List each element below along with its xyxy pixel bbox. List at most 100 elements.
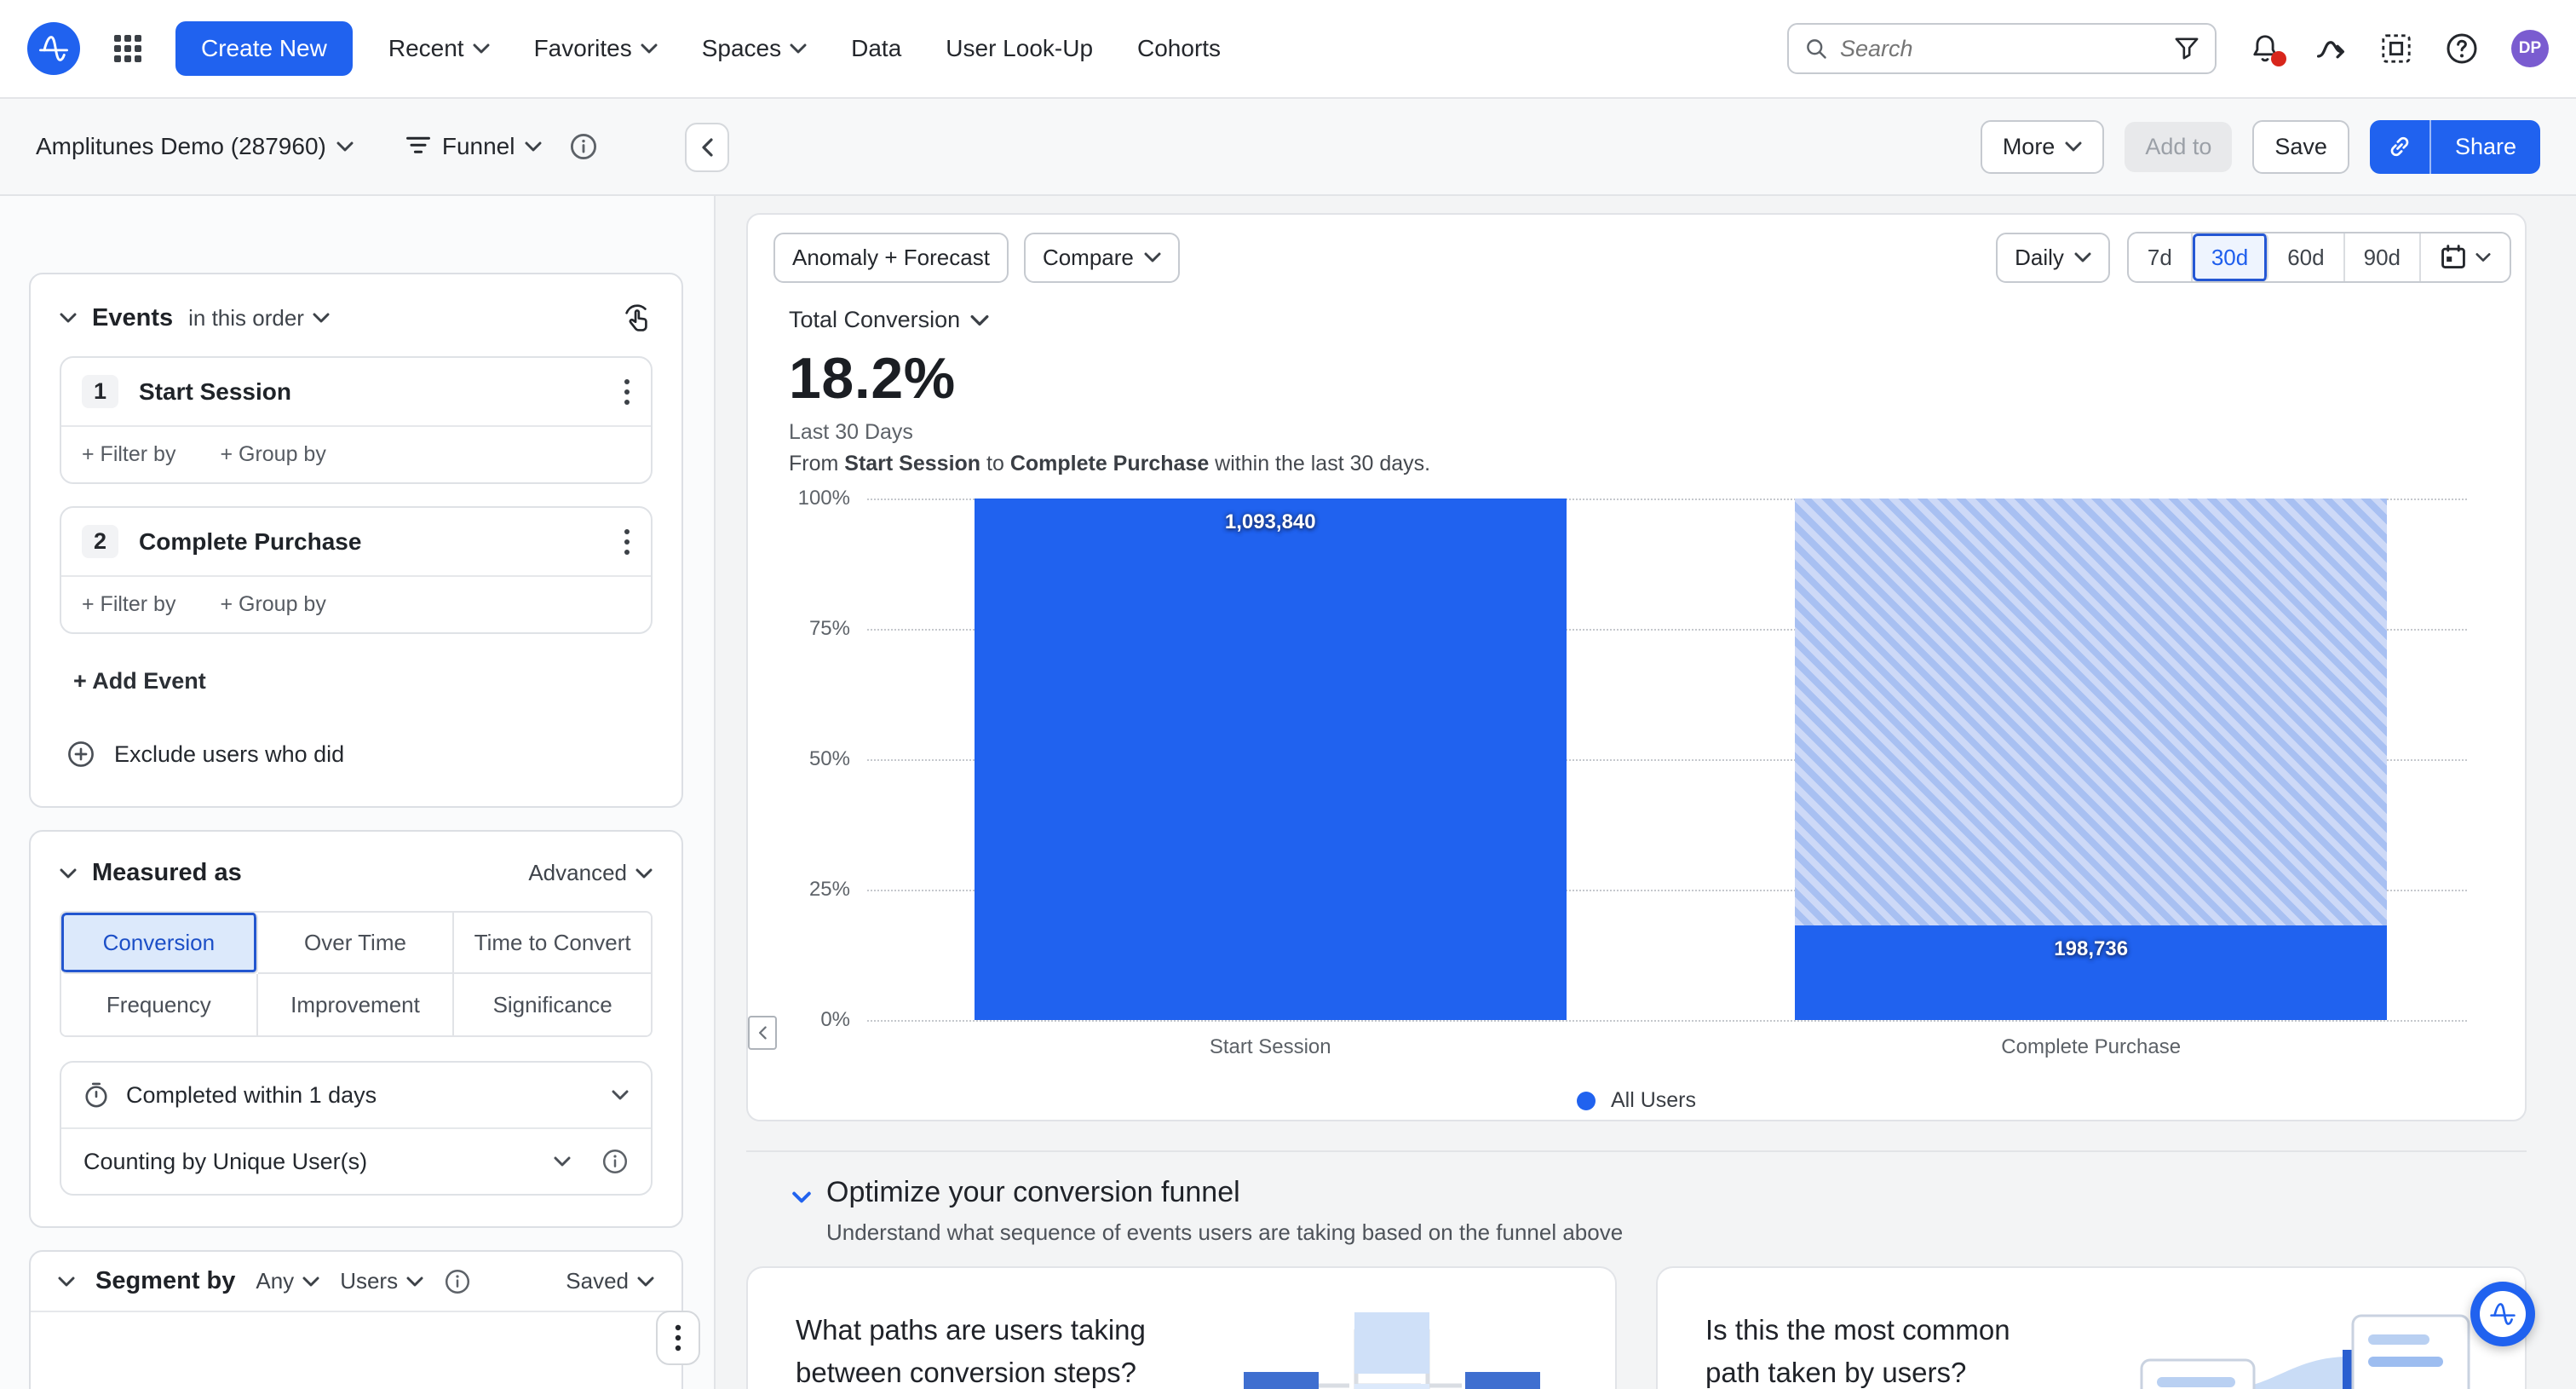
insight-card-paths[interactable]: What paths are users taking between conv…: [746, 1266, 1617, 1389]
funnel-bar-complete-purchase[interactable]: 198,736: [1795, 499, 2387, 1020]
counting-by-selector[interactable]: Counting by Unique User(s): [61, 1127, 651, 1194]
chevron-down-icon: [336, 141, 354, 152]
collapse-chevron-icon[interactable]: [792, 1191, 811, 1203]
filter-by-button[interactable]: + Filter by: [82, 592, 175, 617]
nav-item-data[interactable]: Data: [829, 21, 923, 76]
nav-right-group: DP: [1787, 23, 2549, 74]
tab-over-time[interactable]: Over Time: [258, 913, 455, 974]
create-new-button[interactable]: Create New: [175, 21, 353, 76]
custom-date-button[interactable]: [2421, 233, 2510, 281]
user-avatar[interactable]: DP: [2511, 30, 2549, 67]
plus-circle-icon: [66, 740, 95, 769]
insight-card-common-path[interactable]: Is this the most common path taken by us…: [1656, 1266, 2527, 1389]
kebab-icon: [624, 528, 630, 556]
notifications-button[interactable]: [2249, 32, 2281, 65]
collapse-chevron-icon[interactable]: [60, 313, 77, 323]
conversion-window-selector[interactable]: Completed within 1 days: [61, 1063, 651, 1127]
range-90d[interactable]: 90d: [2345, 233, 2421, 281]
segment-entity-selector[interactable]: Users: [340, 1268, 423, 1294]
chart-legend[interactable]: All Users: [748, 1088, 2525, 1113]
event-menu-button[interactable]: [624, 378, 630, 406]
legend-dot-icon: [1577, 1092, 1596, 1110]
x-axis-label: Start Session: [1210, 1035, 1331, 1059]
search-box[interactable]: [1787, 23, 2217, 74]
toolbar-actions: More Add to Save Share: [1981, 120, 2540, 174]
event-menu-button[interactable]: [624, 528, 630, 556]
amplitude-assistant-fab[interactable]: [2470, 1282, 2535, 1346]
info-icon[interactable]: [444, 1268, 471, 1295]
nav-item-favorites[interactable]: Favorites: [512, 21, 680, 76]
exclude-users-button[interactable]: Exclude users who did: [66, 740, 653, 769]
event-row-complete-purchase[interactable]: 2 Complete Purchase + Filter by + Group …: [60, 506, 653, 634]
group-by-button[interactable]: + Group by: [220, 442, 325, 467]
tab-conversion[interactable]: Conversion: [61, 913, 258, 974]
bar-solid: 198,736: [1795, 925, 2387, 1020]
granularity-selector[interactable]: Daily: [1996, 233, 2110, 283]
copy-link-button[interactable]: [2370, 120, 2431, 174]
advanced-selector[interactable]: Advanced: [528, 860, 653, 886]
event-row-start-session[interactable]: 1 Start Session + Filter by + Group by: [60, 356, 653, 484]
chevron-down-icon: [1144, 252, 1161, 262]
range-30d[interactable]: 30d: [2193, 233, 2268, 281]
group-by-button[interactable]: + Group by: [220, 592, 325, 617]
metric-period: Last 30 Days: [789, 420, 2525, 445]
nav-item-user-lookup[interactable]: User Look-Up: [923, 21, 1115, 76]
funnel-bar-start-session[interactable]: 1,093,840: [975, 499, 1567, 1020]
y-axis-tick: 25%: [772, 878, 850, 902]
segment-by-panel: Segment by Any Users Saved: [29, 1250, 683, 1389]
tab-significance[interactable]: Significance: [454, 974, 651, 1035]
metric-selector[interactable]: Total Conversion: [789, 307, 2525, 333]
y-axis-tick: 100%: [772, 487, 850, 510]
insights-subtitle: Understand what sequence of events users…: [826, 1219, 2527, 1246]
save-button[interactable]: Save: [2252, 120, 2349, 174]
chart-type-selector[interactable]: Funnel: [405, 133, 543, 160]
share-button[interactable]: Share: [2431, 120, 2540, 174]
tab-improvement[interactable]: Improvement: [258, 974, 455, 1035]
event-order-selector[interactable]: in this order: [188, 305, 330, 331]
tab-time-to-convert[interactable]: Time to Convert: [454, 913, 651, 974]
pathfinder-button[interactable]: [2314, 33, 2348, 64]
event-name[interactable]: Complete Purchase: [139, 528, 361, 556]
labs-button[interactable]: [2380, 32, 2412, 65]
help-button[interactable]: [2445, 32, 2479, 66]
saved-segments-selector[interactable]: Saved: [566, 1268, 654, 1294]
add-to-button[interactable]: Add to: [2125, 122, 2232, 172]
notification-dot: [2271, 51, 2286, 66]
search-filter-icon[interactable]: [2174, 37, 2199, 61]
bar-value-label: 198,736: [1795, 937, 2387, 961]
tab-frequency[interactable]: Frequency: [61, 974, 258, 1035]
filter-by-button[interactable]: + Filter by: [82, 442, 175, 467]
sidebar-collapse-button[interactable]: [685, 123, 729, 172]
compare-button[interactable]: Compare: [1024, 233, 1180, 283]
events-panel-title: Events: [92, 304, 173, 332]
nav-item-recent[interactable]: Recent: [366, 21, 512, 76]
select-events-button[interactable]: [620, 302, 653, 334]
chart-info-button[interactable]: [569, 132, 598, 161]
chevron-down-icon: [2475, 252, 2491, 262]
project-selector[interactable]: Amplitunes Demo (287960): [36, 133, 354, 160]
segment-match-selector[interactable]: Any: [256, 1268, 319, 1294]
nav-item-cohorts[interactable]: Cohorts: [1115, 21, 1243, 76]
chevron-down-icon: [2065, 141, 2082, 152]
kebab-icon: [624, 378, 630, 406]
apps-grid-icon[interactable]: [114, 35, 141, 62]
scroll-left-button[interactable]: [748, 1016, 777, 1050]
y-axis-tick: 0%: [772, 1008, 850, 1032]
info-icon: [569, 132, 598, 161]
add-event-button[interactable]: + Add Event: [73, 668, 206, 694]
more-button[interactable]: More: [1981, 120, 2105, 174]
bar-value-label: 1,093,840: [975, 510, 1567, 534]
bar-dropoff-hatch: [1795, 499, 2387, 925]
sidebar-more-button[interactable]: [656, 1311, 700, 1365]
event-name[interactable]: Start Session: [139, 378, 291, 406]
amplitude-logo[interactable]: [27, 22, 80, 75]
nav-item-spaces[interactable]: Spaces: [680, 21, 829, 76]
range-60d[interactable]: 60d: [2268, 233, 2344, 281]
anomaly-forecast-button[interactable]: Anomaly + Forecast: [773, 233, 1009, 283]
search-input[interactable]: [1840, 36, 2162, 62]
collapse-chevron-icon[interactable]: [60, 868, 77, 879]
range-7d[interactable]: 7d: [2129, 233, 2193, 281]
amplitude-wave-icon: [2480, 1291, 2526, 1337]
info-icon[interactable]: [601, 1148, 629, 1175]
collapse-chevron-icon[interactable]: [58, 1277, 75, 1287]
